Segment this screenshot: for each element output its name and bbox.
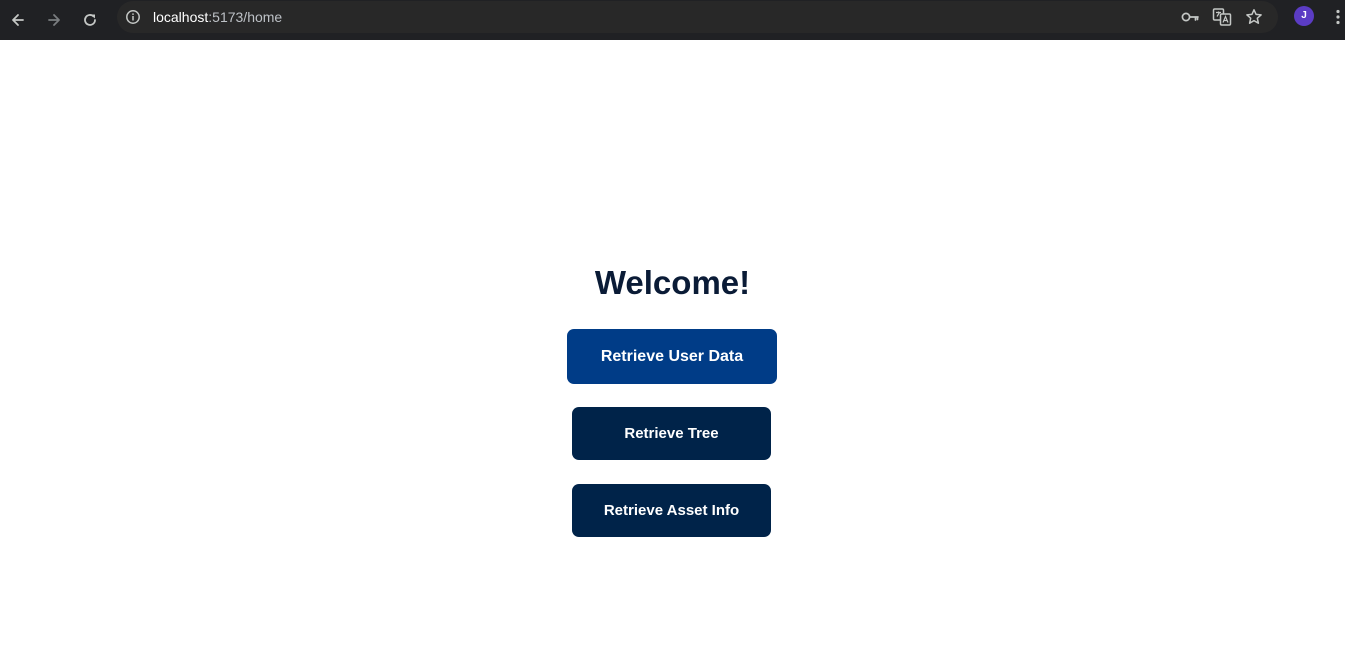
arrow-right-icon bbox=[46, 12, 62, 28]
info-icon[interactable] bbox=[125, 9, 141, 25]
url-path: :5173/home bbox=[208, 9, 283, 25]
arrow-left-icon bbox=[10, 12, 26, 28]
profile-avatar[interactable]: J bbox=[1294, 6, 1314, 26]
browser-toolbar: localhost:5173/home J bbox=[0, 0, 1345, 40]
back-button[interactable] bbox=[3, 5, 33, 35]
retrieve-asset-info-button[interactable]: Retrieve Asset Info bbox=[572, 484, 771, 537]
retrieve-user-data-button[interactable]: Retrieve User Data bbox=[567, 329, 777, 384]
page-title: Welcome! bbox=[594, 264, 751, 301]
page-content: Welcome! Retrieve User Data Retrieve Tre… bbox=[0, 40, 1345, 671]
star-icon[interactable] bbox=[1242, 5, 1266, 29]
translate-icon[interactable] bbox=[1210, 5, 1234, 29]
url-text: localhost:5173/home bbox=[153, 8, 282, 26]
retrieve-tree-button[interactable]: Retrieve Tree bbox=[572, 407, 771, 460]
kebab-menu-icon[interactable] bbox=[1330, 6, 1345, 28]
key-icon[interactable] bbox=[1178, 5, 1202, 29]
address-bar[interactable]: localhost:5173/home bbox=[117, 1, 1278, 33]
forward-button[interactable] bbox=[39, 5, 69, 35]
reload-icon bbox=[82, 12, 98, 28]
reload-button[interactable] bbox=[75, 5, 105, 35]
url-host: localhost bbox=[153, 9, 209, 25]
